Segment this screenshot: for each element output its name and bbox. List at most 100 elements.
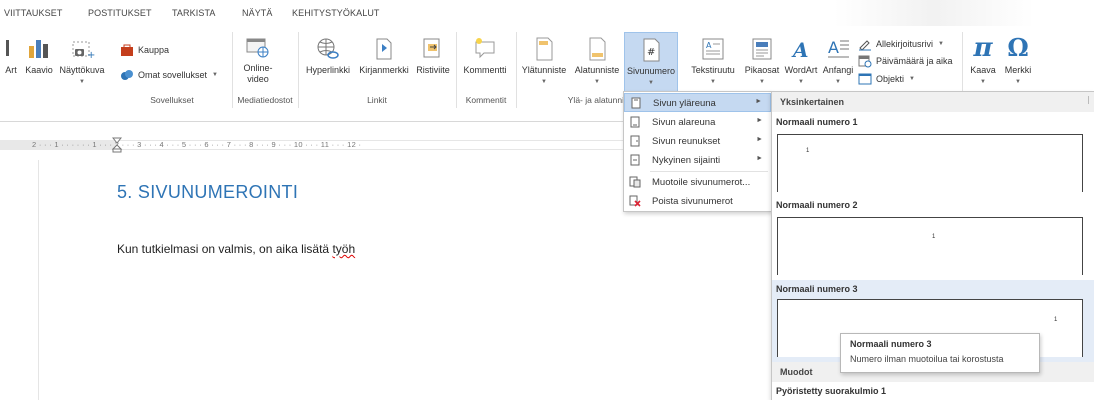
quick-parts-button[interactable]: Pikaosat ▼ xyxy=(740,36,784,88)
cross-reference-button[interactable]: Ristiviite xyxy=(412,36,454,76)
tab-viittaukset[interactable]: VIITTAUKSET xyxy=(4,8,62,18)
text-box-button[interactable]: A Tekstiruutu ▼ xyxy=(686,36,740,88)
menu-item-page-margins[interactable]: Sivun reunukset ► xyxy=(624,132,771,151)
gallery-item-plain-number-1[interactable]: 1 xyxy=(777,134,1083,192)
gallery-item-plain-number-2[interactable]: 1 xyxy=(777,217,1083,275)
ribbon-separator xyxy=(516,32,517,108)
page-number-sample: 1 xyxy=(932,234,936,240)
page-number-icon: # xyxy=(643,38,660,62)
group-label-comments: Kommentit xyxy=(465,95,507,105)
gallery-item-label-1: Normaali numero 1 xyxy=(776,117,858,127)
document-heading[interactable]: 5. SIVUNUMEROINTI xyxy=(117,182,298,203)
header-icon xyxy=(536,37,553,61)
gallery-scrollbar[interactable] xyxy=(1088,96,1094,104)
format-page-numbers-icon xyxy=(629,176,641,188)
page-edge xyxy=(38,160,39,400)
misspelled-word[interactable]: työh xyxy=(332,242,355,256)
screenshot-label: Näyttökuva xyxy=(59,65,105,75)
chevron-right-icon: ► xyxy=(756,155,763,162)
tooltip-title: Normaali numero 3 xyxy=(850,339,932,349)
group-label-links: Linkit xyxy=(367,95,387,105)
menu-item-label: Sivun reunukset xyxy=(652,136,721,147)
chart-button[interactable]: Kaavio xyxy=(22,36,56,76)
chevron-down-icon: ▼ xyxy=(798,79,804,85)
group-label-media: Mediatiedostot xyxy=(237,95,293,105)
comment-button[interactable]: Kommentti xyxy=(458,36,512,76)
header-button[interactable]: Ylätunniste ▼ xyxy=(518,36,570,88)
page-number-sample: 1 xyxy=(806,148,810,154)
online-video-button[interactable]: Online- video xyxy=(234,34,282,85)
chevron-right-icon: ► xyxy=(755,98,762,105)
online-video-icon xyxy=(246,38,269,58)
document-paragraph[interactable]: Kun tutkielmasi on valmis, on aika lisät… xyxy=(117,242,355,256)
online-video-label-2: video xyxy=(247,74,269,84)
footer-button[interactable]: Alatunniste ▼ xyxy=(570,36,624,88)
svg-text:A: A xyxy=(828,38,839,57)
calendar-icon xyxy=(858,55,872,68)
text-box-label: Tekstiruutu xyxy=(691,65,735,75)
wordart-icon: A xyxy=(791,38,809,62)
quick-parts-icon xyxy=(752,38,772,60)
page-number-label: Sivunumero xyxy=(626,66,676,76)
menu-item-remove-page-numbers[interactable]: Poista sivunumerot xyxy=(624,192,771,211)
chevron-down-icon: ▼ xyxy=(541,79,547,85)
tabs-decoration xyxy=(834,0,1034,26)
cross-reference-label: Ristiviite xyxy=(416,65,450,75)
tab-nayta[interactable]: NÄYTÄ xyxy=(242,8,273,18)
gallery-section-simple: Yksinkertainen xyxy=(772,92,1094,112)
svg-text:+: + xyxy=(87,50,95,61)
equation-button[interactable]: π Kaava ▼ xyxy=(966,34,1000,88)
store-icon xyxy=(121,44,133,56)
comment-label: Kommentti xyxy=(463,65,507,75)
tab-kehitystyokalut[interactable]: KEHITYSTYÖKALUT xyxy=(292,8,380,18)
signature-line-button[interactable]: Allekirjoitusrivi ▼ xyxy=(858,37,944,51)
menu-item-format-page-numbers[interactable]: Muotoile sivunumerot... xyxy=(624,173,771,192)
page-number-button[interactable]: # Sivunumero ▼ xyxy=(624,32,678,92)
menu-item-label: Sivun yläreuna xyxy=(653,98,716,109)
text-box-icon: A xyxy=(702,38,724,60)
drop-cap-label: Anfangi xyxy=(822,65,854,75)
group-label-apps: Sovellukset xyxy=(150,95,194,105)
remove-page-numbers-icon xyxy=(629,195,641,207)
symbol-button[interactable]: Ω Merkki ▼ xyxy=(1000,34,1036,88)
menu-item-label: Muotoile sivunumerot... xyxy=(652,177,751,188)
gallery-item-label-4: Pyöristetty suorakulmio 1 xyxy=(776,386,887,396)
hyperlink-label: Hyperlinkki xyxy=(305,65,350,75)
gallery-item-label-2: Normaali numero 2 xyxy=(776,200,858,210)
chevron-down-icon: ▼ xyxy=(212,72,218,78)
bookmark-label: Kirjanmerkki xyxy=(359,65,409,75)
store-button[interactable]: Kauppa xyxy=(120,43,169,57)
tooltip-description: Numero ilman muotoilua tai korostusta xyxy=(850,354,1004,364)
chevron-down-icon: ▼ xyxy=(909,76,915,82)
chevron-down-icon: ▼ xyxy=(710,79,716,85)
ribbon-tabs: VIITTAUKSET POSTITUKSET TARKISTA NÄYTÄ K… xyxy=(0,0,1094,28)
bookmark-button[interactable]: Kirjanmerkki xyxy=(356,36,412,76)
ruler-ticks: 2 · · · 1 · · · · · · 1 · · · 2 · · · 3 … xyxy=(32,140,362,149)
paragraph-text: Kun tutkielmasi on valmis, on aika lisät… xyxy=(117,242,333,256)
symbol-label: Merkki xyxy=(1004,65,1032,75)
omega-icon: Ω xyxy=(1007,33,1029,62)
wordart-button[interactable]: A WordArt ▼ xyxy=(782,36,820,88)
smartart-button[interactable]: Art xyxy=(0,36,22,76)
svg-text:A: A xyxy=(706,41,712,50)
menu-item-label: Poista sivunumerot xyxy=(652,196,733,207)
my-apps-button[interactable]: Omat sovellukset ▼ xyxy=(120,68,218,82)
menu-item-current-position[interactable]: Nykyinen sijainti ► xyxy=(624,151,771,170)
menu-item-top-of-page[interactable]: Sivun yläreuna ► xyxy=(624,93,771,112)
object-button[interactable]: Objekti ▼ xyxy=(858,72,915,86)
cross-reference-icon xyxy=(423,38,440,58)
current-position-icon xyxy=(630,154,640,166)
date-time-button[interactable]: Päivämäärä ja aika xyxy=(858,54,953,68)
menu-separator xyxy=(650,171,768,172)
chevron-right-icon: ► xyxy=(756,117,763,124)
tab-tarkista[interactable]: TARKISTA xyxy=(172,8,215,18)
page-bottom-icon xyxy=(630,116,640,128)
gallery-tooltip: Normaali numero 3 Numero ilman muotoilua… xyxy=(840,333,1040,373)
indent-marker-icon[interactable] xyxy=(112,137,122,153)
drop-cap-button[interactable]: A Anfangi ▼ xyxy=(820,36,856,88)
screenshot-button[interactable]: + Näyttökuva ▼ xyxy=(56,36,108,88)
hyperlink-button[interactable]: Hyperlinkki xyxy=(300,36,356,76)
chart-icon xyxy=(29,40,48,58)
tab-postitukset[interactable]: POSTITUKSET xyxy=(88,8,152,18)
menu-item-bottom-of-page[interactable]: Sivun alareuna ► xyxy=(624,113,771,132)
